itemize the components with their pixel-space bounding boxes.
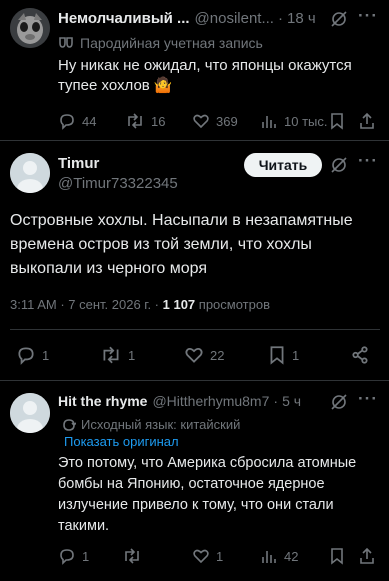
like-button[interactable]: 1: [192, 547, 223, 565]
grok-icon[interactable]: [330, 10, 348, 28]
views-icon: [260, 547, 278, 565]
tweet-1[interactable]: Немолчаливый ... @nosilent... · 18 ч ···…: [0, 0, 389, 141]
separator-dot: ·: [277, 10, 283, 27]
tweet-meta: 3:11 AM · 7 сент. 2026 г. · 1 107 просмо…: [10, 297, 270, 312]
translate-icon: [62, 418, 76, 432]
more-icon[interactable]: ···: [358, 151, 378, 171]
avatar[interactable]: [10, 8, 50, 48]
show-original-link[interactable]: Показать оригинал: [64, 434, 179, 449]
reply-icon: [58, 112, 76, 130]
tweet-3-reply[interactable]: Hit the rhyme @Hittherhymu8m7 · 5 ч ··· …: [0, 381, 389, 581]
separator-dot: ·: [273, 393, 279, 409]
tweet-time[interactable]: 18 ч: [287, 10, 316, 27]
views-total: 1 107: [162, 297, 196, 312]
like-button[interactable]: 22: [184, 345, 224, 365]
reply-count: 1: [82, 548, 90, 564]
views-count: 42: [284, 548, 299, 564]
repost-icon: [122, 547, 142, 565]
like-count: 22: [210, 347, 225, 363]
like-button[interactable]: 369: [192, 112, 238, 130]
more-icon[interactable]: ···: [358, 6, 378, 26]
bookmark-button[interactable]: 1: [268, 345, 299, 365]
like-icon: [192, 112, 210, 130]
like-count: 369: [216, 113, 238, 129]
views-label: просмотров: [195, 297, 270, 312]
tweet-2-main[interactable]: Timur @Timur73322345 Читать ··· Островны…: [0, 141, 389, 381]
author-name[interactable]: Hit the rhyme: [58, 393, 147, 409]
bookmark-icon[interactable]: [329, 547, 345, 565]
views-count: 10 тыс.: [284, 113, 328, 129]
repost-count: 16: [151, 113, 166, 129]
author-name[interactable]: Timur: [58, 155, 99, 172]
repost-button[interactable]: 1: [100, 345, 135, 365]
author-handle[interactable]: @nosilent...: [195, 10, 274, 27]
share-icon[interactable]: [358, 547, 376, 565]
reply-count: 44: [82, 113, 97, 129]
share-icon[interactable]: [358, 112, 376, 130]
tweet-timestamp[interactable]: 3:11 AM · 7 сент. 2026 г. ·: [10, 297, 163, 312]
grok-icon[interactable]: [330, 156, 348, 174]
reply-button[interactable]: 1: [58, 547, 89, 565]
repost-button[interactable]: [122, 547, 142, 565]
reply-button[interactable]: 44: [58, 112, 96, 130]
repost-icon: [125, 112, 145, 130]
tweet-text: Это потому, что Америка сбросила атомные…: [58, 455, 357, 534]
follow-button[interactable]: Читать: [244, 153, 322, 177]
reply-button[interactable]: 1: [16, 345, 49, 365]
repost-count: 1: [128, 347, 136, 363]
parody-label: Пародийная учетная запись: [80, 35, 263, 51]
repost-button[interactable]: 16: [125, 112, 165, 130]
avatar[interactable]: [10, 153, 50, 193]
tweet-time[interactable]: 5 ч: [282, 393, 301, 409]
tweet-text: Ну никак не ожидал, что японцы окажутся …: [58, 57, 352, 94]
author-handle[interactable]: @Hittherhymu8m7: [152, 393, 269, 409]
author-name[interactable]: Немолчаливый ...: [58, 10, 190, 27]
like-icon: [192, 547, 210, 565]
views-button[interactable]: 42: [260, 547, 298, 565]
views-icon: [260, 112, 278, 130]
like-count: 1: [216, 548, 224, 564]
bookmark-icon[interactable]: [329, 112, 345, 130]
bookmark-count: 1: [292, 347, 300, 363]
like-icon: [184, 345, 204, 365]
tweet-text: Островные хохлы. Насыпали в незапамятные…: [10, 212, 353, 277]
avatar[interactable]: [10, 393, 50, 433]
views-button[interactable]: 10 тыс.: [260, 112, 327, 130]
author-handle[interactable]: @Timur73322345: [58, 175, 178, 192]
reply-icon: [16, 345, 36, 365]
grok-icon[interactable]: [330, 393, 348, 411]
reply-icon: [58, 547, 76, 565]
repost-icon: [100, 345, 122, 365]
bookmark-icon: [268, 345, 286, 365]
divider: [10, 329, 380, 330]
translated-label: Исходный язык: китайский: [81, 417, 241, 432]
parody-icon: [58, 36, 74, 50]
share-icon[interactable]: [350, 345, 370, 365]
reply-count: 1: [42, 347, 50, 363]
more-icon[interactable]: ···: [358, 389, 378, 409]
